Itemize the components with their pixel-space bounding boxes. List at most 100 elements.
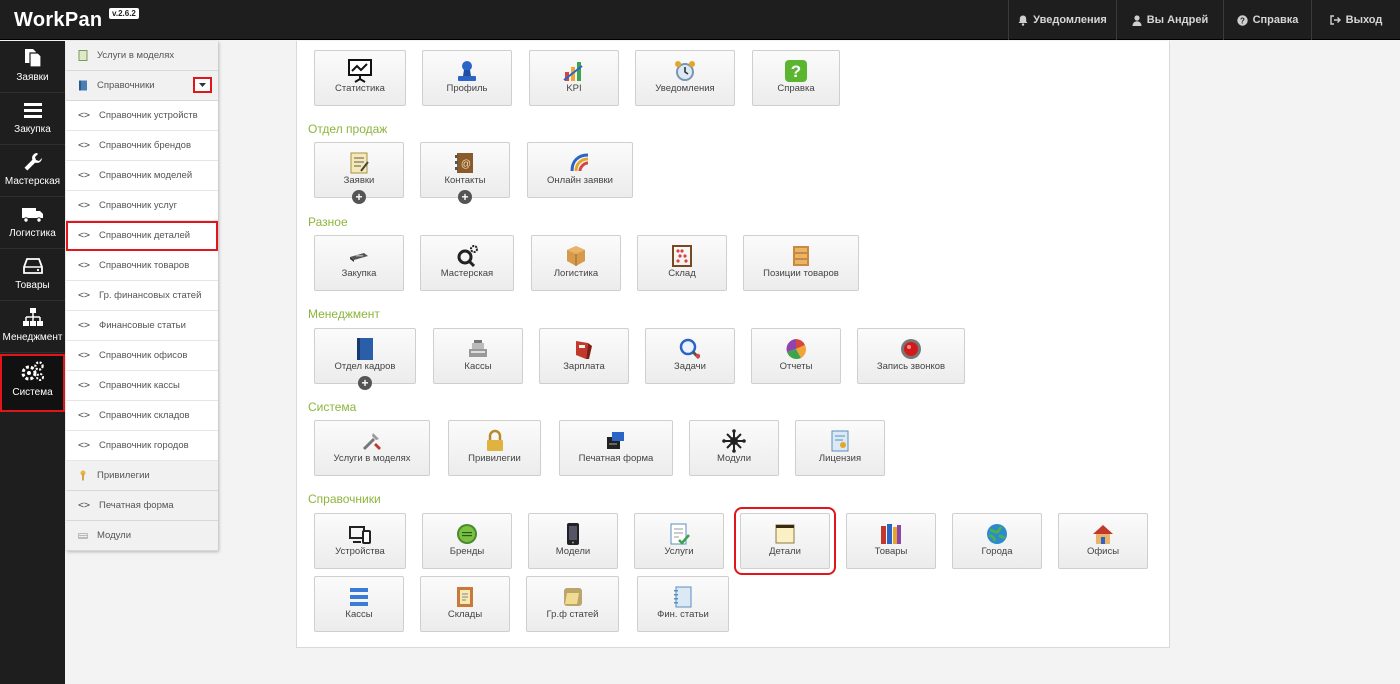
submenu-item-references[interactable]: Справочники [66, 71, 218, 101]
tile-cashbox-ref[interactable]: Кассы [314, 576, 404, 632]
tile-cashboxes[interactable]: Кассы [433, 328, 523, 384]
tile-sales-requests[interactable]: Заявки + [314, 142, 404, 204]
tile-tasks[interactable]: Задачи [645, 328, 735, 384]
tile-models[interactable]: Модели [528, 513, 618, 569]
submenu-item-parts[interactable]: <> Справочник деталей [66, 221, 218, 251]
checklist-icon [670, 523, 690, 545]
code-icon: <> [78, 320, 91, 331]
nav-item-requests[interactable]: Заявки [0, 41, 65, 93]
references-dropdown-toggle[interactable] [193, 77, 212, 93]
tile-profile[interactable]: Профиль [422, 50, 512, 106]
tile-goods-positions[interactable]: Позиции товаров [743, 235, 859, 291]
tile-finance-groups[interactable]: Гр.ф статей [526, 576, 619, 632]
notifications-label: Уведомления [1033, 14, 1107, 26]
tile-license[interactable]: Лицензия [795, 420, 885, 476]
version-badge: v.2.6.2 [109, 8, 139, 19]
tile-cities[interactable]: Города [952, 513, 1042, 569]
help-button[interactable]: ? Справка [1223, 0, 1311, 40]
tile-privileges[interactable]: Привилегии [448, 420, 541, 476]
tile-help[interactable]: ? Справка [752, 50, 840, 106]
tile-salary[interactable]: Зарплата [539, 328, 629, 384]
section-title-system: Система [308, 400, 357, 414]
submenu-item-print-form[interactable]: <> Печатная форма [66, 491, 218, 521]
tile-hr[interactable]: Отдел кадров + [314, 328, 416, 390]
tools-icon [362, 433, 381, 451]
submenu-item-devices[interactable]: <> Справочник устройств [66, 101, 218, 131]
bars-icon [23, 103, 42, 118]
logout-label: Выход [1345, 14, 1383, 26]
submenu-item-brands[interactable]: <> Справочник брендов [66, 131, 218, 161]
tile-services-in-models[interactable]: Услуги в моделях [314, 420, 430, 476]
tile-services[interactable]: Услуги [634, 513, 724, 569]
pie-chart-icon [786, 339, 806, 360]
submenu-item-services[interactable]: <> Справочник услуг [66, 191, 218, 221]
code-icon: <> [78, 380, 91, 391]
nav-item-logistics[interactable]: Логистика [0, 197, 65, 249]
cogs-icon [21, 361, 44, 381]
submenu-item-goods[interactable]: <> Справочник товаров [66, 251, 218, 281]
tile-statistics[interactable]: Статистика [314, 50, 406, 106]
section-title-references: Справочники [308, 492, 381, 506]
submenu-item-cashbox[interactable]: <> Справочник кассы [66, 371, 218, 401]
ledger-icon [457, 587, 473, 607]
question-icon: ? [785, 60, 807, 82]
app-logo[interactable]: WorkPan [14, 9, 102, 32]
add-employee-button[interactable]: + [358, 376, 372, 390]
tile-reports[interactable]: Отчеты [751, 328, 841, 384]
tile-finance-items[interactable]: Фин. статьи [637, 576, 729, 632]
tile-warehouse[interactable]: Склад [637, 235, 727, 291]
tile-goods[interactable]: Товары [846, 513, 936, 569]
add-contact-button[interactable]: + [458, 190, 472, 204]
submenu-item-warehouses[interactable]: <> Справочник складов [66, 401, 218, 431]
tile-contacts[interactable]: @ Контакты + [420, 142, 510, 204]
add-request-button[interactable]: + [352, 190, 366, 204]
tile-offices[interactable]: Офисы [1058, 513, 1148, 569]
nav-item-workshop[interactable]: Мастерская [0, 145, 65, 197]
truck-icon [21, 208, 43, 223]
tile-logistics[interactable]: Логистика [531, 235, 621, 291]
user-menu-button[interactable]: Вы Андрей [1116, 0, 1223, 40]
submenu-item-cities[interactable]: <> Справочник городов [66, 431, 218, 461]
green-button-icon [457, 524, 477, 544]
submenu-item-privileges[interactable]: Привилегии [66, 461, 218, 491]
tile-online-requests[interactable]: Онлайн заявки [527, 142, 633, 198]
tile-call-recording[interactable]: Запись звонков [857, 328, 965, 384]
submenu-item-finance-groups[interactable]: <> Гр. финансовых статей [66, 281, 218, 311]
cash-register-icon [469, 340, 487, 357]
tile-notifications[interactable]: Уведомления [635, 50, 735, 106]
sticky-note-icon [775, 524, 795, 544]
code-icon: <> [78, 350, 91, 361]
submenu-item-services-in-models[interactable]: Услуги в моделях [66, 41, 218, 71]
user-icon [1132, 14, 1142, 26]
tile-parts[interactable]: Детали [734, 507, 836, 575]
notifications-button[interactable]: Уведомления [1008, 0, 1116, 40]
submenu-item-models[interactable]: <> Справочник моделей [66, 161, 218, 191]
nav-item-management[interactable]: Менеджмент [0, 301, 65, 353]
tile-purchase[interactable]: Закупка [314, 235, 404, 291]
org-chart-icon [22, 308, 43, 326]
nav-item-goods[interactable]: Товары [0, 249, 65, 301]
tile-workshop[interactable]: Мастерская [420, 235, 514, 291]
user-label: Вы Андрей [1146, 14, 1209, 26]
submenu-item-offices[interactable]: <> Справочник офисов [66, 341, 218, 371]
code-icon: <> [78, 410, 91, 421]
tile-brands[interactable]: Бренды [422, 513, 512, 569]
tile-devices[interactable]: Устройства [314, 513, 406, 569]
code-icon: <> [78, 290, 91, 301]
nav-item-system[interactable]: Система [0, 354, 65, 412]
tile-modules[interactable]: Модули [689, 420, 779, 476]
sign-out-icon [1329, 15, 1341, 25]
submenu-item-finance-items[interactable]: <> Финансовые статьи [66, 311, 218, 341]
nav-item-purchase[interactable]: Закупка [0, 93, 65, 145]
submenu-item-modules[interactable]: Модули [66, 521, 218, 551]
house-icon [1093, 525, 1113, 544]
books-icon [881, 524, 901, 544]
logout-button[interactable]: Выход [1311, 0, 1400, 40]
cabinet-icon [793, 246, 809, 266]
tile-kpi[interactable]: KPI [529, 50, 619, 106]
tile-warehouses[interactable]: Склады [420, 576, 510, 632]
code-icon: <> [78, 500, 91, 511]
system-submenu: Услуги в моделях Справочники <> Справочни… [66, 41, 218, 551]
tile-print-form[interactable]: Печатная форма [559, 420, 673, 476]
box-icon [567, 246, 585, 266]
